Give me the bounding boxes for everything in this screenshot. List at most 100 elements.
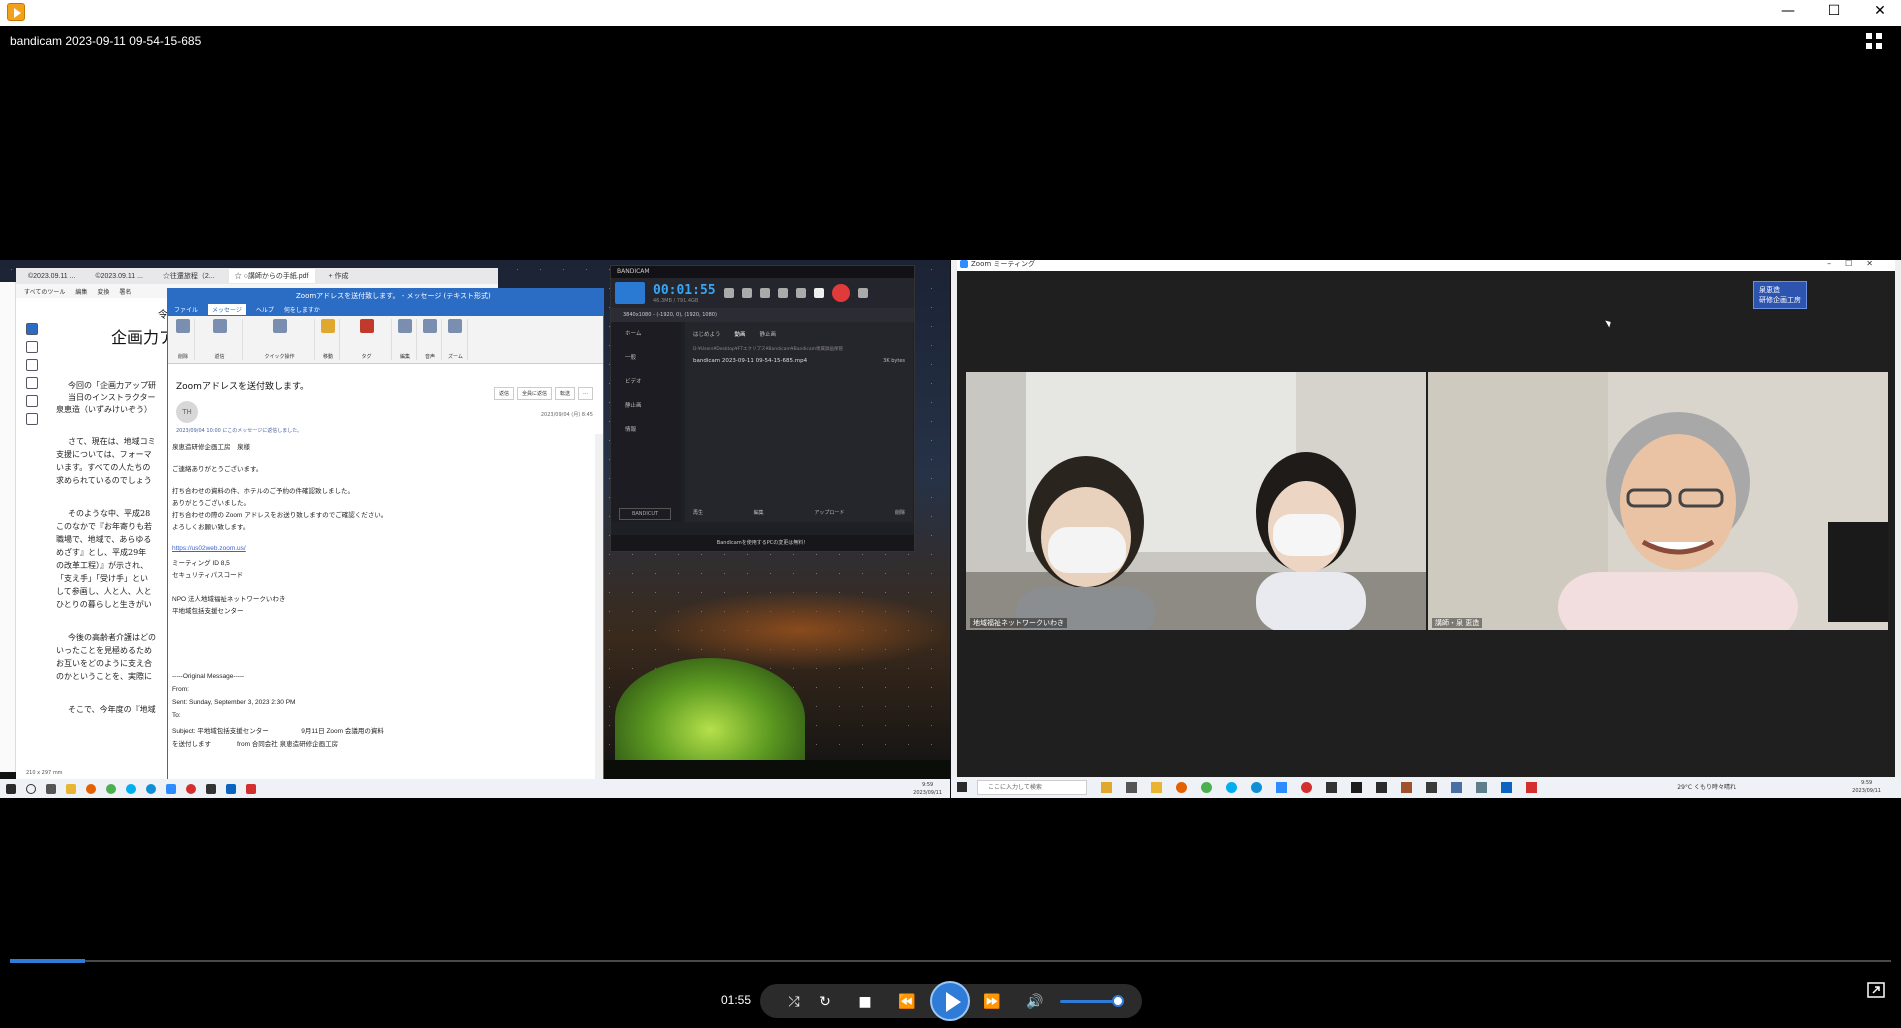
- app-icon[interactable]: [1376, 782, 1387, 793]
- outlook-app-icon[interactable]: [226, 783, 236, 794]
- sidebar-item-about[interactable]: 情報: [611, 418, 681, 442]
- chrome-icon[interactable]: [106, 783, 116, 794]
- tab-video[interactable]: 動画: [735, 330, 746, 338]
- tab-file[interactable]: ファイル: [174, 305, 198, 314]
- windows-start-icon[interactable]: [957, 782, 967, 792]
- comment-tool-icon[interactable]: [26, 341, 38, 353]
- volume-icon[interactable]: 🔊: [1025, 992, 1045, 1012]
- pdf-menu-item[interactable]: 署名: [119, 287, 131, 296]
- reply-button[interactable]: 返信: [493, 387, 514, 400]
- bandicam-app-icon[interactable]: [1301, 782, 1312, 793]
- maximize-button[interactable]: ☐: [1811, 0, 1857, 26]
- app-icon[interactable]: [1426, 782, 1437, 793]
- pdf-menu-item[interactable]: 変換: [97, 287, 109, 296]
- play-button[interactable]: [930, 981, 970, 1021]
- more-actions-button[interactable]: …: [578, 387, 593, 400]
- taskbar-clock[interactable]: 9:59 2023/09/11: [1852, 779, 1881, 795]
- windows-start-icon[interactable]: [6, 783, 16, 794]
- collapse-view-icon[interactable]: [1865, 32, 1883, 50]
- ribbon-group-edit[interactable]: 編集: [394, 319, 417, 360]
- delete-file-button[interactable]: 削除: [895, 509, 905, 516]
- pdf-tab[interactable]: ☆往還旅程（2...: [157, 269, 221, 283]
- tab-image[interactable]: 静止画: [760, 330, 777, 338]
- skype-icon[interactable]: [126, 783, 136, 794]
- skype-icon[interactable]: [1226, 782, 1237, 793]
- reply-all-button[interactable]: 全員に返信: [516, 387, 552, 400]
- ribbon-group-quick-steps[interactable]: クイック操作: [245, 319, 315, 360]
- stop-button[interactable]: ■: [855, 992, 875, 1012]
- task-view-icon[interactable]: [1126, 782, 1137, 793]
- acrobat-app-icon[interactable]: [1526, 782, 1537, 793]
- seek-bar-track[interactable]: [10, 960, 1891, 962]
- forward-button[interactable]: 転送: [554, 387, 575, 400]
- text-tool-icon[interactable]: [26, 395, 38, 407]
- outlook-message-window[interactable]: Zoomアドレスを送付致します。 - メッセージ (テキスト形式) ファイル メ…: [167, 288, 604, 780]
- pdf-tab[interactable]: ©2023.09.11 ...: [22, 271, 81, 282]
- sidebar-item-image[interactable]: 静止画: [611, 394, 681, 418]
- zoom-app-icon[interactable]: [166, 783, 176, 794]
- rewind-button[interactable]: ⏪: [897, 992, 917, 1012]
- video-frame[interactable]: ©2023.09.11 ... ©2023.09.11 ... ☆往還旅程（2.…: [0, 260, 1901, 798]
- bandicam-promo[interactable]: Bandicamを使用するPCの変更は無料！: [611, 535, 914, 551]
- bandicut-button[interactable]: BANDICUT: [619, 508, 671, 520]
- stamp-tool-icon[interactable]: [26, 413, 38, 425]
- pdf-tab[interactable]: ©2023.09.11 ...: [89, 271, 148, 282]
- tab-help[interactable]: ヘルプ: [256, 305, 274, 314]
- app-icon[interactable]: [1451, 782, 1462, 793]
- bandicam-window[interactable]: BANDICAM 00:01:55 46.3MB / 791.4GB 3840x…: [610, 265, 915, 552]
- camera-app-icon[interactable]: [1476, 782, 1487, 793]
- pdf-tab-active[interactable]: ☆ ○講師からの手紙.pdf: [228, 269, 315, 283]
- pdf-menu-item[interactable]: 編集: [75, 287, 87, 296]
- participant-tile[interactable]: 講師・泉 恵造: [1428, 372, 1888, 630]
- firefox-icon[interactable]: [86, 783, 96, 794]
- bandicam-app-icon[interactable]: [186, 783, 196, 794]
- outlook-app-icon[interactable]: [1501, 782, 1512, 793]
- participant-tile[interactable]: 地域福祉ネットワークいわき: [966, 372, 1426, 630]
- folder-icon[interactable]: [66, 783, 76, 794]
- app-icon[interactable]: [1351, 782, 1362, 793]
- pdf-menu-item[interactable]: すべてのツール: [24, 287, 65, 296]
- ribbon-group-delete[interactable]: 削除: [172, 319, 195, 360]
- minimize-button[interactable]: —: [1765, 0, 1811, 26]
- tab-message[interactable]: メッセージ: [208, 304, 246, 315]
- app-icon[interactable]: [206, 783, 216, 794]
- ribbon-group-reply[interactable]: 返信: [197, 319, 243, 360]
- sidebar-item-video[interactable]: ビデオ: [611, 370, 681, 394]
- taskbar-search-input[interactable]: ここに入力して検索: [977, 780, 1087, 795]
- camera-icon[interactable]: [857, 288, 868, 298]
- email-scrollbar[interactable]: [595, 434, 603, 779]
- speaker-icon[interactable]: [741, 288, 752, 298]
- app-icon[interactable]: [1326, 782, 1337, 793]
- fast-forward-button[interactable]: ⏩: [982, 992, 1002, 1012]
- repeat-icon[interactable]: ↻: [815, 992, 835, 1012]
- lasso-tool-icon[interactable]: [26, 377, 38, 389]
- play-file-button[interactable]: 再生: [693, 509, 703, 516]
- acrobat-app-icon[interactable]: [246, 783, 256, 794]
- recorded-file[interactable]: bandicam 2023-09-11 09-54-15-685.mp4: [693, 358, 807, 364]
- screen-mode-button[interactable]: [615, 282, 645, 304]
- task-view-icon[interactable]: [46, 783, 56, 794]
- ribbon-group-voice[interactable]: 音声: [419, 319, 442, 360]
- folder-icon[interactable]: [1151, 782, 1162, 793]
- tell-me-box[interactable]: 何をしますか: [284, 305, 320, 314]
- chrome-icon[interactable]: [1201, 782, 1212, 793]
- zoom-app-icon[interactable]: [1276, 782, 1287, 793]
- stop-record-button[interactable]: [831, 284, 850, 302]
- volume-slider-knob[interactable]: [1112, 995, 1124, 1007]
- mouse-effect-icon[interactable]: [777, 288, 788, 298]
- ribbon-group-zoom[interactable]: ズーム: [444, 319, 468, 360]
- edge-icon[interactable]: [1251, 782, 1262, 793]
- search-icon[interactable]: [26, 783, 36, 794]
- zoom-meeting-window[interactable]: Zoom ミーティング –☐✕ 泉恵造 研修企画工房 地域福祉ネットワークいわき…: [957, 260, 1895, 777]
- shuffle-icon[interactable]: ⤮: [784, 992, 804, 1012]
- pdf-new-tab[interactable]: + 作成: [323, 269, 355, 283]
- webcam-icon[interactable]: [723, 288, 734, 298]
- firefox-icon[interactable]: [1176, 782, 1187, 793]
- app-icon[interactable]: [1401, 782, 1412, 793]
- sidebar-item-general[interactable]: 一般: [611, 346, 681, 370]
- ribbon-group-move[interactable]: 移動: [317, 319, 340, 360]
- edge-icon[interactable]: [146, 783, 156, 794]
- seek-bar-progress[interactable]: [10, 959, 85, 963]
- close-button[interactable]: ✕: [1857, 0, 1901, 26]
- microphone-icon[interactable]: [759, 288, 770, 298]
